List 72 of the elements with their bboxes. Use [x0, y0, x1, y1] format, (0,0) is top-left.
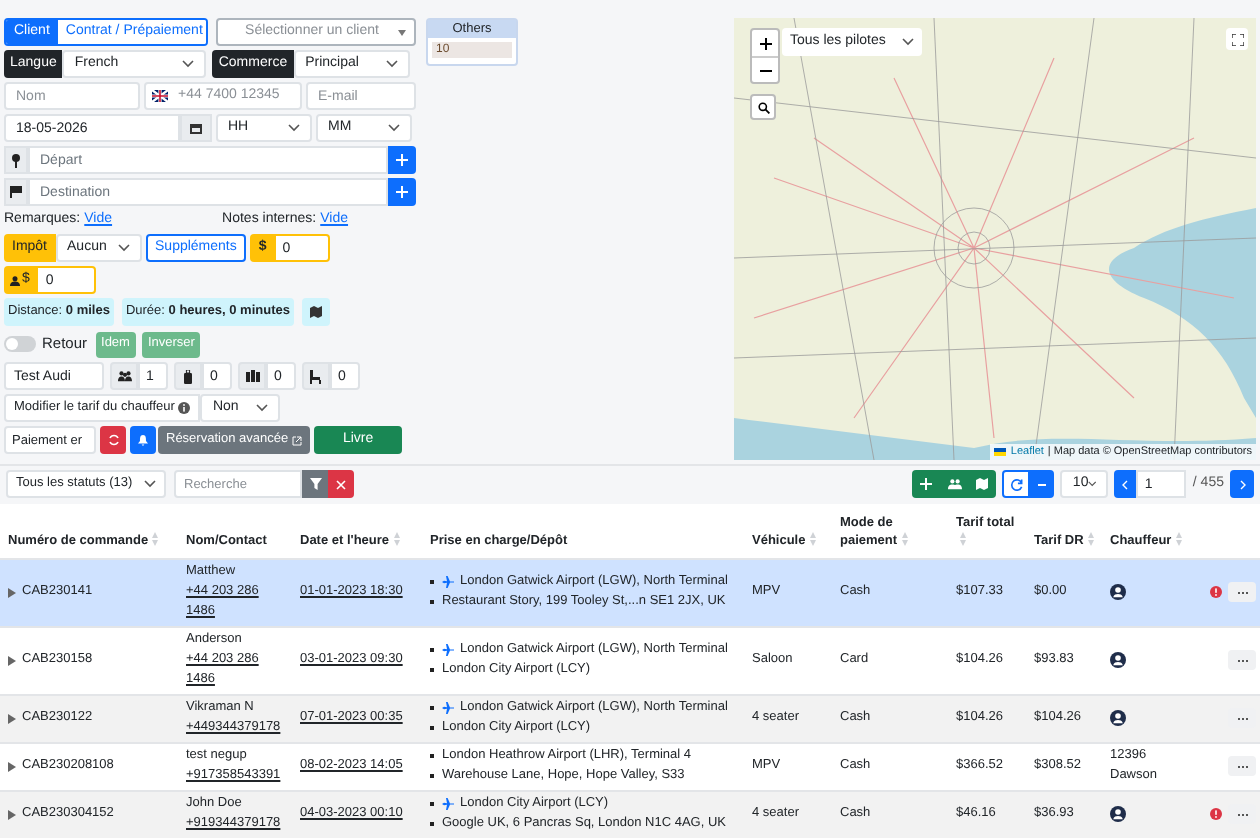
chevron-icon: [388, 124, 400, 132]
user-avatar-icon: [1110, 806, 1126, 822]
sort-icon: [901, 532, 908, 547]
sort-icon: [1087, 532, 1094, 547]
sort-icon: [960, 532, 966, 547]
expand-icon[interactable]: [8, 809, 16, 819]
calendar-icon[interactable]: [180, 114, 212, 142]
user-avatar-icon: [1110, 710, 1126, 726]
sort-icon: [152, 532, 159, 547]
expand-icon[interactable]: [8, 587, 16, 597]
users-icon: [947, 478, 962, 490]
bell-button[interactable]: [130, 426, 156, 454]
add-button[interactable]: [388, 178, 416, 206]
map-route-icon[interactable]: [301, 298, 330, 326]
close-icon: [336, 479, 346, 489]
search-button[interactable]: [750, 94, 776, 120]
more-button[interactable]: [1228, 650, 1256, 670]
return-toggle[interactable]: [4, 336, 36, 352]
chevron-icon: [288, 124, 300, 132]
expand-icon[interactable]: [8, 713, 16, 723]
refresh-icon: [1009, 477, 1024, 491]
previous-page-button[interactable]: [1114, 470, 1137, 498]
chevron-icon: [144, 480, 156, 488]
info-icon: [178, 402, 191, 414]
chevron-icon: [902, 38, 914, 46]
flag-icon: [10, 186, 22, 198]
chevron-icon: [385, 60, 398, 68]
filter-icon: [309, 478, 321, 490]
expand-icon[interactable]: [8, 655, 16, 665]
sort-icon: [1175, 532, 1182, 547]
search-icon: [757, 101, 769, 113]
fullscreen-button[interactable]: [1226, 28, 1248, 50]
chevron-icon: [256, 404, 269, 412]
next-page-button[interactable]: [1230, 470, 1254, 498]
fullscreen-icon: [1231, 33, 1243, 45]
seat-icon: [310, 369, 322, 383]
minus-icon: [1038, 483, 1047, 485]
reload-button[interactable]: [1002, 470, 1031, 498]
minus-icon: [759, 69, 771, 71]
briefcase-icon: [245, 370, 259, 382]
chevron-icon: [1088, 480, 1097, 488]
refresh-icon: [107, 434, 119, 446]
chevron-right-icon: [1239, 479, 1245, 489]
chevron-icon: [117, 244, 130, 252]
sort-icon: [393, 532, 400, 547]
users-icon: [117, 370, 131, 382]
more-button[interactable]: [1228, 582, 1256, 602]
pin-icon: [12, 153, 20, 167]
plus-icon: [920, 478, 933, 490]
user-icon: [10, 275, 20, 285]
external-link-icon: [292, 435, 303, 445]
suitcase-icon: [184, 369, 192, 383]
chevron-left-icon: [1122, 479, 1129, 489]
ukraine-flag-icon: [994, 447, 1007, 456]
chevron-icon: [182, 60, 195, 68]
clear-button[interactable]: [328, 470, 354, 498]
user-avatar-icon: [1110, 652, 1126, 668]
caret-icon: [398, 29, 406, 35]
plus-icon: [396, 154, 408, 166]
flag-icon: [152, 90, 168, 102]
plus-icon: [759, 37, 771, 49]
sort-icon: [809, 532, 816, 547]
expand-icon[interactable]: [8, 761, 16, 771]
filter-button[interactable]: [302, 470, 328, 498]
map-icon: [976, 478, 989, 490]
more-button[interactable]: [1228, 756, 1256, 776]
user-avatar-icon: [1110, 584, 1126, 600]
collapse-button[interactable]: [1030, 470, 1055, 498]
add-button[interactable]: [388, 146, 416, 174]
plus-icon: [396, 186, 408, 198]
bell-icon: [138, 434, 148, 446]
refresh-button[interactable]: [100, 426, 126, 454]
